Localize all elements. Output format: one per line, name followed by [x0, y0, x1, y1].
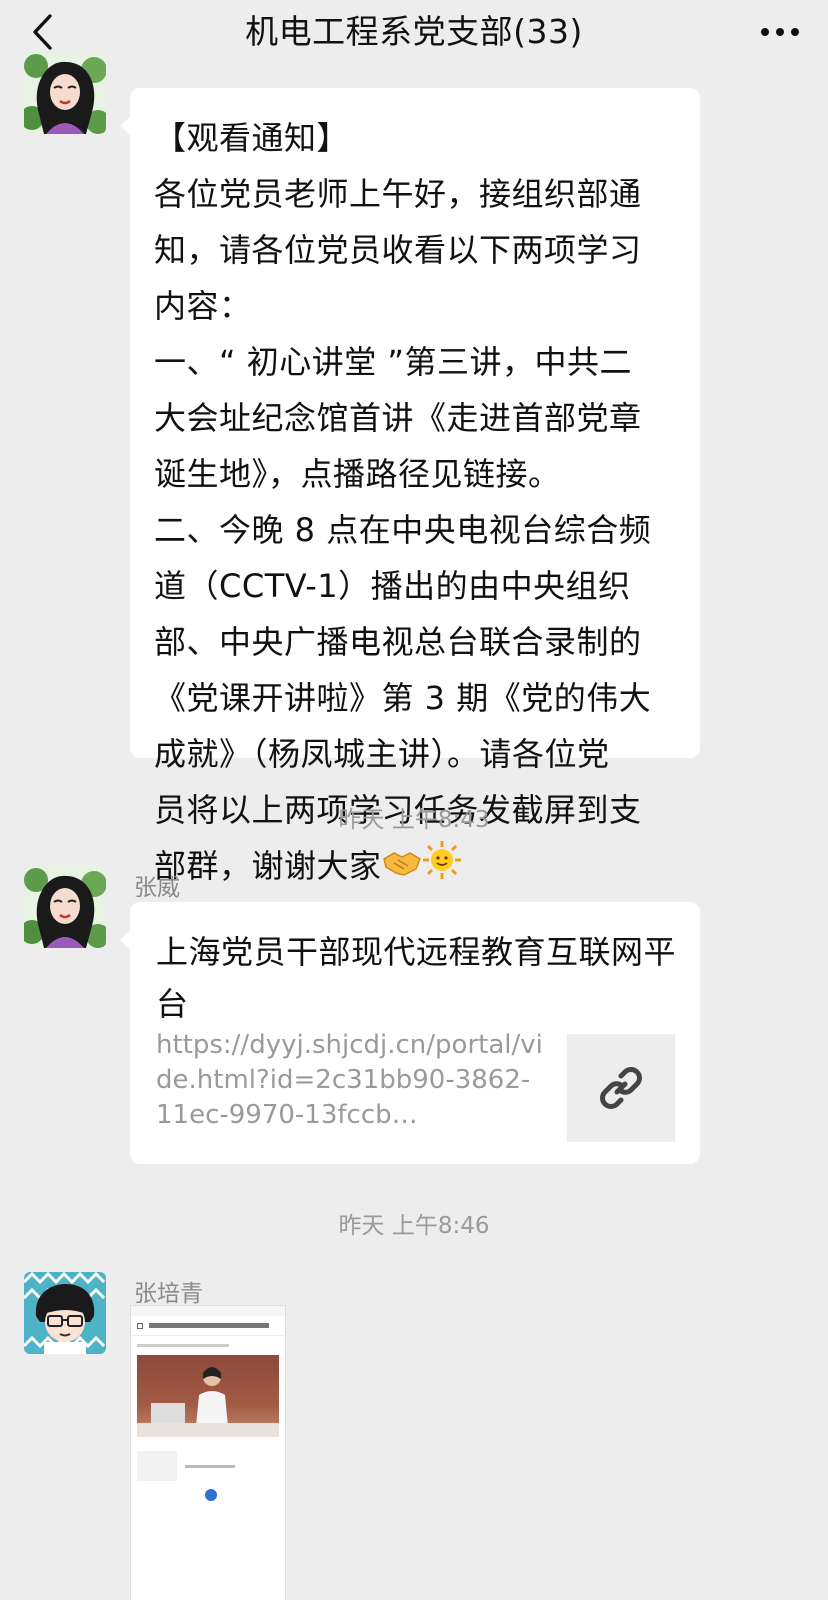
link-url: https://dyyj.shjcdj.cn/portal/vide.html?… [156, 1030, 543, 1130]
sender-name: 张威 [134, 875, 180, 901]
message-text: 【观看通知】 各位党员老师上午好，接组织部通 知，请各位党员收看以下两项学习 内… [154, 110, 676, 897]
image-blue-dot [205, 1489, 217, 1501]
link-chain-icon [600, 1067, 642, 1109]
link-thumbnail [567, 1034, 675, 1142]
link-card[interactable]: 上海党员干部现代远程教育互联网平台 https://dyyj.shjcdj.cn… [120, 902, 700, 1164]
chat-title: 机电工程系党支部(33) [245, 12, 583, 51]
image-message[interactable] [130, 1305, 286, 1600]
image-video-frame [137, 1355, 279, 1437]
timestamp: 昨天 上午8:46 [338, 1213, 490, 1239]
top-bar: 机电工程系党支部(33) [0, 0, 828, 64]
sun-emoji-icon [422, 840, 462, 897]
back-button[interactable] [22, 12, 62, 52]
more-button[interactable] [756, 14, 804, 50]
handshake-emoji-icon [382, 840, 422, 896]
timestamp: 昨天 上午8:43 [338, 807, 490, 833]
image-row [137, 1451, 279, 1481]
image-text-line [137, 1344, 230, 1347]
avatar-zhangpeiqing[interactable] [24, 1272, 106, 1354]
message-text-body: 【观看通知】 各位党员老师上午好，接组织部通 知，请各位党员收看以下两项学习 内… [154, 119, 652, 885]
message-bubble-notice[interactable]: 【观看通知】 各位党员老师上午好，接组织部通 知，请各位党员收看以下两项学习 内… [120, 88, 700, 885]
chevron-left-icon [33, 14, 52, 50]
image-header [131, 1316, 285, 1336]
link-title: 上海党员干部现代远程教育互联网平台 [156, 933, 677, 1023]
image-status-bar [131, 1306, 285, 1316]
more-dots-icon [761, 28, 799, 36]
avatar-zhangwei[interactable] [24, 866, 106, 948]
avatar[interactable] [24, 52, 106, 134]
sender-name: 张培青 [134, 1281, 203, 1307]
